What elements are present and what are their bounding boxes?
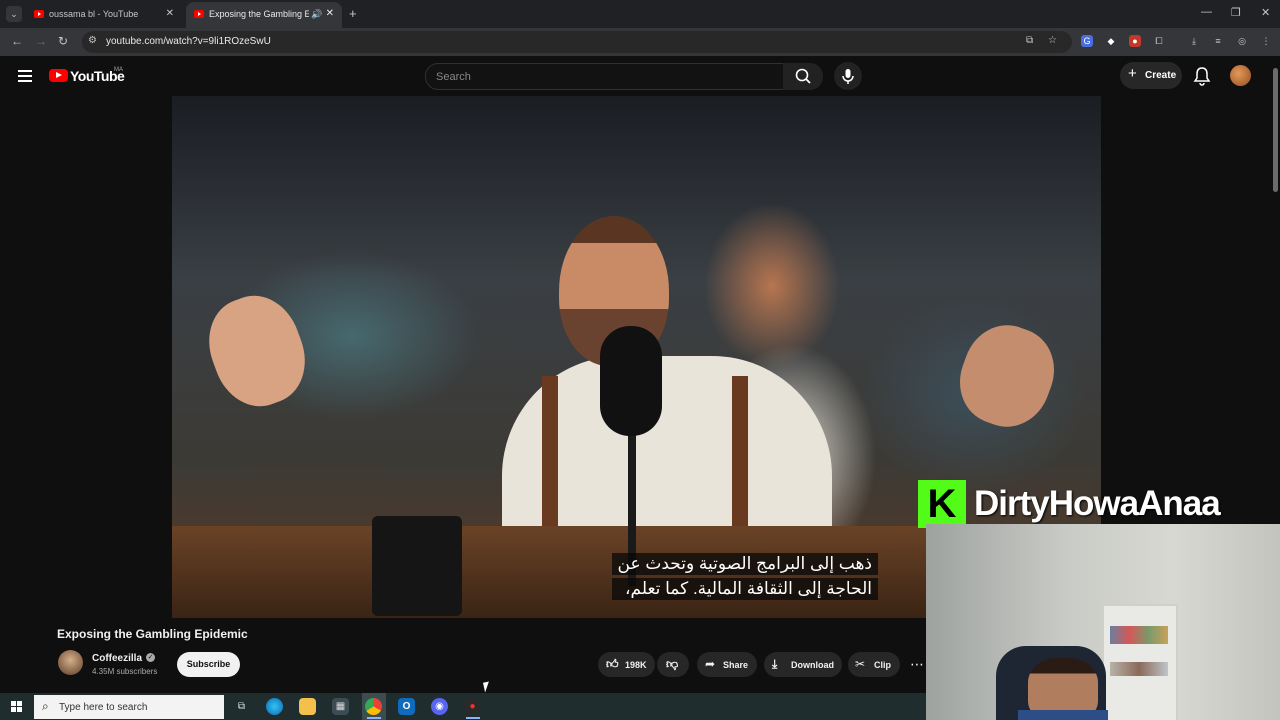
menu-hamburger-icon[interactable] <box>18 70 32 82</box>
dislike-button[interactable]: 👎︎ <box>657 652 689 677</box>
channel-avatar[interactable] <box>58 650 83 675</box>
clip-button[interactable]: ✂ Clip <box>848 652 900 677</box>
obs-recording-icon[interactable]: ● <box>464 698 481 715</box>
webcam-feed <box>926 524 1280 720</box>
channel-name[interactable]: Coffeezilla <box>92 653 142 664</box>
like-button[interactable]: 👍︎ 198K <box>598 652 655 677</box>
youtube-logo-icon[interactable] <box>49 69 68 82</box>
subtitle-line: الحاجة إلى الثقافة المالية. كما تعلم، <box>611 578 878 600</box>
create-button[interactable]: + Create <box>1120 62 1182 89</box>
url-text[interactable]: youtube.com/watch?v=9li1ROzeSwU <box>106 36 271 47</box>
taskbar-search-placeholder: Type here to search <box>59 702 148 713</box>
browser-toolbar: ← → ↻ ⚙ youtube.com/watch?v=9li1ROzeSwU … <box>0 28 1280 56</box>
browser-tab-strip: ⌄ oussama bl - YouTube ✕ Exposing the Ga… <box>0 0 1280 28</box>
outlook-icon[interactable]: O <box>398 698 415 715</box>
subscriber-count: 4.35M subscribers <box>92 667 158 676</box>
discord-icon[interactable]: ◉ <box>431 698 448 715</box>
chrome-icon[interactable] <box>365 698 382 715</box>
video-frame-detail <box>947 313 1067 439</box>
tab-exposing-gambling[interactable]: Exposing the Gambling Epid 🔊 ✕ <box>186 2 342 28</box>
clip-label: Clip <box>874 660 891 670</box>
subtitle-line: ذهب إلى البرامج الصوتية وتحدث عن <box>611 553 878 575</box>
video-title: Exposing the Gambling Epidemic <box>57 627 248 641</box>
edge-browser-icon[interactable] <box>266 698 283 715</box>
minimize-icon[interactable]: — <box>1201 6 1212 18</box>
forward-icon[interactable]: → <box>35 34 47 48</box>
tab-search-icon[interactable]: ⌄ <box>6 6 22 22</box>
kick-logo-icon: K <box>918 480 966 528</box>
share-label: Share <box>723 660 749 670</box>
chrome-menu-icon[interactable]: ⋮ <box>1260 35 1272 47</box>
media-controls-icon[interactable]: ≡ <box>1212 35 1224 47</box>
download-label: Download <box>791 660 834 670</box>
scrollbar-thumb[interactable] <box>1273 68 1278 192</box>
country-code: MA <box>114 67 123 73</box>
chrome-running-indicator <box>367 717 381 719</box>
search-button[interactable] <box>783 63 823 90</box>
obs-running-indicator <box>466 717 480 719</box>
audio-playing-icon[interactable]: 🔊 <box>311 9 322 20</box>
youtube-masthead: YouTube MA + Create <box>0 56 1270 96</box>
thumbs-up-icon: 👍︎ <box>606 657 619 671</box>
video-frame-detail <box>372 516 462 616</box>
task-view-icon[interactable]: ⧉ <box>233 698 250 715</box>
new-tab-icon[interactable]: + <box>349 6 357 21</box>
streamer-name-overlay: K DirtyHowaAnaa <box>917 480 1280 530</box>
video-frame-detail <box>600 326 662 436</box>
plus-icon: + <box>1128 65 1137 82</box>
subscribe-button[interactable]: Subscribe <box>177 652 240 677</box>
scissors-icon: ✂ <box>855 657 866 671</box>
tab-close-icon[interactable]: ✕ <box>326 8 334 19</box>
video-frame-detail <box>195 283 319 419</box>
restore-icon[interactable]: ❐ <box>1231 6 1241 19</box>
thumbs-down-icon: 👎︎ <box>666 657 679 671</box>
search-icon <box>795 68 811 84</box>
taskbar-search-box[interactable]: ⌕ Type here to search <box>34 695 224 719</box>
create-label: Create <box>1145 70 1177 81</box>
extension-red-icon[interactable]: ● <box>1129 35 1141 47</box>
like-count: 198K <box>625 660 647 670</box>
share-button[interactable]: ➦ Share <box>697 652 757 677</box>
bookmark-star-icon[interactable]: ☆ <box>1048 35 1057 46</box>
microphone-icon <box>842 69 854 84</box>
webcam-detail <box>1102 604 1178 720</box>
voice-search-button[interactable] <box>834 62 862 90</box>
microsoft-store-icon[interactable]: ▦ <box>332 698 349 715</box>
tab-oussama-youtube[interactable]: oussama bl - YouTube ✕ <box>26 2 182 28</box>
downloads-icon[interactable]: ⤓ <box>1188 35 1200 47</box>
reload-icon[interactable]: ↻ <box>58 34 68 48</box>
youtube-favicon-icon <box>194 10 204 18</box>
webcam-detail <box>1018 710 1108 720</box>
streamer-name: DirtyHowaAnaa <box>974 484 1221 523</box>
extensions-puzzle-icon[interactable]: ⧠ <box>1153 35 1165 47</box>
tab-close-icon[interactable]: ✕ <box>166 8 174 19</box>
file-explorer-icon[interactable] <box>299 698 316 715</box>
install-app-icon[interactable]: ⧉ <box>1026 35 1033 46</box>
window-close-icon[interactable]: ✕ <box>1261 6 1270 19</box>
windows-start-icon[interactable] <box>11 701 23 713</box>
download-icon: ⤓ <box>772 657 778 671</box>
translate-extension-icon[interactable]: G <box>1081 35 1093 47</box>
extension-diamond-icon[interactable]: ◆ <box>1105 35 1117 47</box>
share-arrow-icon: ➦ <box>705 657 716 671</box>
tab-title: oussama bl - YouTube <box>49 9 139 19</box>
video-subtitles: ذهب إلى البرامج الصوتية وتحدث عن الحاجة … <box>611 553 878 603</box>
profile-icon[interactable]: ◎ <box>1236 35 1248 47</box>
site-info-icon[interactable]: ⚙ <box>88 35 97 46</box>
search-box[interactable] <box>425 63 784 90</box>
download-button[interactable]: ⤓ Download <box>764 652 842 677</box>
mouse-cursor-icon <box>483 681 491 693</box>
verified-check-icon: ✓ <box>146 653 155 662</box>
account-avatar[interactable] <box>1230 65 1251 86</box>
youtube-favicon-icon <box>34 10 44 18</box>
search-icon: ⌕ <box>42 699 49 713</box>
windows-taskbar: ⌕ Type here to search <box>0 693 926 720</box>
notifications-bell-icon[interactable] <box>1193 66 1211 86</box>
tab-title: Exposing the Gambling Epid <box>209 9 309 19</box>
back-icon[interactable]: ← <box>11 34 23 48</box>
more-actions-icon[interactable]: ⋯ <box>910 656 924 673</box>
address-bar[interactable]: ⚙ youtube.com/watch?v=9li1ROzeSwU ⧉ ☆ <box>82 31 1072 53</box>
search-input[interactable] <box>434 67 768 87</box>
